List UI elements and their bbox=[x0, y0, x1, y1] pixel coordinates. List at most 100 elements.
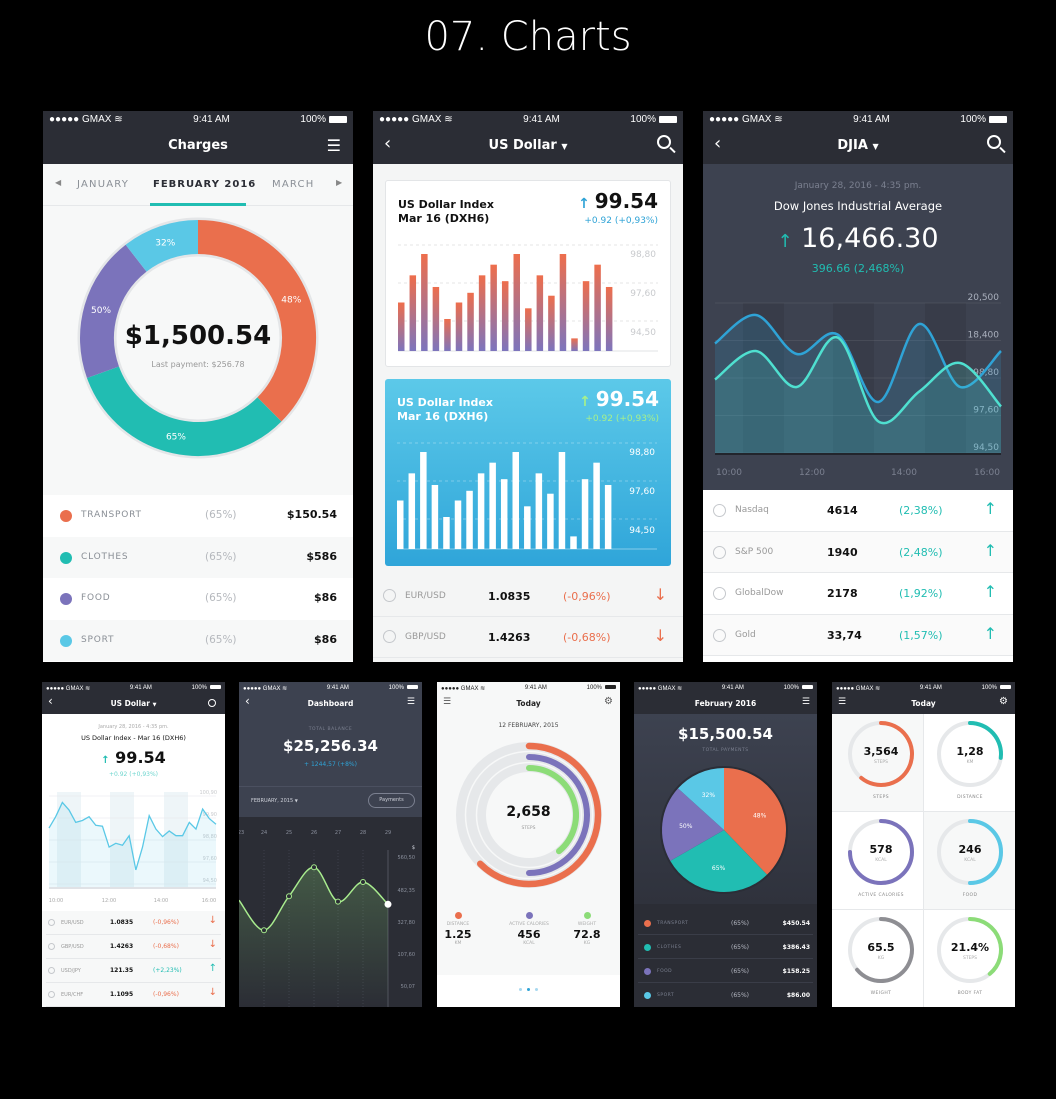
x-tick-label: 27 bbox=[335, 830, 341, 836]
currency-row[interactable]: USD/JPY 121.35 (+2,23%) ↑ bbox=[46, 959, 221, 983]
currency-row[interactable]: EUR/USD 1.0835 (-0,96%) ↓ bbox=[373, 576, 683, 617]
currency-list: EUR/USD 1.0835 (-0,96%) ↓ GBP/USD 1.4263 (-0,6… bbox=[373, 576, 683, 662]
period-selector[interactable]: FEBRUARY, 2015 ▼ bbox=[251, 798, 298, 804]
legend-row[interactable]: SPORT (65%) $86 bbox=[43, 619, 353, 661]
header-title: Today bbox=[832, 694, 1015, 714]
wifi-icon: ≋ bbox=[114, 114, 123, 125]
clock: 9:41 AM bbox=[853, 114, 890, 125]
menu-icon[interactable]: ☰ bbox=[327, 136, 341, 155]
metric-tile[interactable]: 21.4% STEPS BODY FAT bbox=[924, 910, 1015, 1007]
dropdown-icon: ▼ bbox=[872, 142, 879, 151]
metric-tile[interactable]: 578 KCAL ACTIVE CALORIES bbox=[832, 812, 924, 910]
header-title: Today bbox=[516, 699, 541, 708]
page-indicator[interactable] bbox=[437, 988, 620, 991]
search-icon[interactable] bbox=[987, 135, 1006, 154]
segment-label: 48% bbox=[281, 295, 301, 305]
settings-icon[interactable]: ⚙ bbox=[999, 696, 1008, 707]
x-tick-label: 23 bbox=[239, 830, 244, 836]
metric-tile[interactable]: 65.5 KG WEIGHT bbox=[832, 910, 924, 1007]
up-arrow-icon: ↑ bbox=[983, 499, 997, 518]
prev-arrow-icon[interactable]: ◀ bbox=[55, 178, 61, 187]
legend-row[interactable]: FOOD (65%) $158.25 bbox=[638, 959, 813, 983]
legend-row[interactable]: CLOTHES (65%) $586 bbox=[43, 536, 353, 578]
x-tick-label: 28 bbox=[360, 830, 366, 836]
x-tick-label: 12:00 bbox=[102, 898, 116, 904]
clock-icon bbox=[713, 545, 726, 559]
index-card-white[interactable]: US Dollar Index Mar 16 (DXH6) ↑ 99.54 +0.92… bbox=[385, 180, 671, 367]
stat-unit: KG bbox=[583, 941, 591, 946]
page-dot[interactable] bbox=[527, 988, 530, 991]
search-icon[interactable] bbox=[657, 135, 676, 154]
index-value: 33,74 bbox=[827, 628, 862, 642]
legend-row[interactable]: FOOD (65%) $86 bbox=[43, 578, 353, 620]
back-icon[interactable]: ‹ bbox=[714, 133, 721, 154]
metric-tile[interactable]: 3,564 STEPS STEPS bbox=[832, 714, 924, 812]
page-dot[interactable] bbox=[535, 988, 538, 991]
index-value: ↑ 16,466.30 bbox=[703, 223, 1013, 254]
currency-row[interactable]: GBP/USD 1.4263 (-0,68%) ↓ bbox=[373, 617, 683, 658]
currency-list: EUR/USD 1.0835 (-0,96%) ↓ GBP/USD 1.4263 (-0,6… bbox=[42, 911, 225, 1007]
bar bbox=[490, 264, 497, 351]
settings-icon[interactable]: ⚙ bbox=[604, 696, 613, 707]
x-tick-label: 12:00 bbox=[799, 468, 825, 478]
bar bbox=[604, 484, 612, 549]
back-icon[interactable]: ‹ bbox=[384, 133, 391, 154]
tab-march[interactable]: MARCH bbox=[272, 179, 314, 190]
x-tick-label: 16:00 bbox=[974, 468, 1000, 478]
header-title[interactable]: US Dollar ▼ bbox=[42, 694, 225, 714]
tab-february-2016[interactable]: FEBRUARY 2016 bbox=[153, 179, 256, 190]
back-icon[interactable]: ‹ bbox=[48, 694, 53, 708]
index-card-blue[interactable]: US Dollar Index Mar 16 (DXH6) ↑ 99.54 +0.92… bbox=[385, 379, 671, 566]
bar bbox=[524, 506, 531, 549]
legend-row[interactable]: SPORT (65%) $86.00 bbox=[638, 983, 813, 1007]
search-icon[interactable] bbox=[208, 699, 216, 707]
status-bar: ●●●●● GMAX ≋ 9:41 AM 100% bbox=[832, 682, 1015, 694]
next-arrow-icon[interactable]: ▶ bbox=[336, 178, 342, 187]
clock-icon bbox=[713, 504, 726, 517]
currency-row[interactable]: EUR/USD 1.0835 (-0,96%) ↓ bbox=[46, 911, 221, 935]
legend-name: SPORT bbox=[657, 993, 675, 998]
menu-icon[interactable]: ☰ bbox=[407, 697, 415, 707]
currency-value: 1.4263 bbox=[110, 943, 134, 950]
payments-button[interactable]: Payments bbox=[368, 793, 415, 808]
slice-label: 65% bbox=[712, 865, 726, 872]
data-point bbox=[261, 927, 267, 934]
slice-label: 48% bbox=[753, 813, 767, 820]
currency-row[interactable]: GBP/USD 1.4263 (-0,68%) ↓ bbox=[46, 935, 221, 959]
value-text: 99.54 bbox=[595, 387, 659, 411]
currency-row[interactable]: EUR/CHF 1.1095 (-0,96%) ↓ bbox=[46, 983, 221, 1007]
header-title[interactable]: US Dollar ▼ bbox=[373, 128, 683, 164]
header-title[interactable]: DJIA ▼ bbox=[703, 128, 1013, 164]
menu-icon[interactable]: ☰ bbox=[838, 697, 846, 707]
currency-value: 1.4263 bbox=[488, 631, 531, 644]
clock-icon bbox=[48, 919, 55, 926]
clock-icon bbox=[48, 967, 55, 974]
index-row[interactable]: S&P 500 1940 (2,48%) ↑ bbox=[703, 531, 1013, 573]
legend-row[interactable]: TRANSPORT (65%) $450.54 bbox=[638, 911, 813, 935]
last-payment: Last payment: $256.78 bbox=[151, 360, 245, 369]
metric-tile[interactable]: 1,28 KM DISTANCE bbox=[924, 714, 1015, 812]
index-row[interactable]: Nasdaq 4614 (2,38%) ↑ bbox=[703, 490, 1013, 532]
bar bbox=[421, 254, 428, 351]
legend-row[interactable]: TRANSPORT (65%) $150.54 bbox=[43, 495, 353, 537]
index-row[interactable]: GlobalDow 2178 (1,92%) ↑ bbox=[703, 573, 1013, 615]
segment-label: 50% bbox=[91, 306, 111, 316]
menu-icon[interactable]: ☰ bbox=[802, 697, 810, 707]
index-name: Dow Jones Industrial Average bbox=[773, 199, 943, 213]
back-icon[interactable]: ‹ bbox=[245, 694, 250, 708]
tab-january[interactable]: JANUARY bbox=[77, 179, 129, 190]
y-tick-label: 94,50 bbox=[629, 526, 655, 536]
menu-icon[interactable]: ☰ bbox=[443, 697, 451, 707]
battery-icon bbox=[658, 115, 677, 123]
battery: 100% bbox=[389, 685, 418, 691]
data-point bbox=[311, 864, 317, 871]
phone-us-dollar-small: ●●●●● GMAX ≋ 9:41 AM 100% US Dollar ▼ ‹ Ja… bbox=[42, 682, 225, 1007]
legend-row[interactable]: CLOTHES (65%) $386.43 bbox=[638, 935, 813, 959]
index-change: (1,57%) bbox=[899, 628, 943, 642]
metric-tile[interactable]: 246 KCAL FOOD bbox=[924, 812, 1015, 910]
page-dot[interactable] bbox=[519, 988, 522, 991]
activity-stat: DISTANCE 1.25 KM bbox=[437, 912, 493, 946]
currency-pair: EUR/USD bbox=[61, 920, 84, 926]
index-row[interactable]: Gold 33,74 (1,57%) ↑ bbox=[703, 614, 1013, 656]
index-change: +0.92 (+0,93%) bbox=[108, 771, 159, 778]
